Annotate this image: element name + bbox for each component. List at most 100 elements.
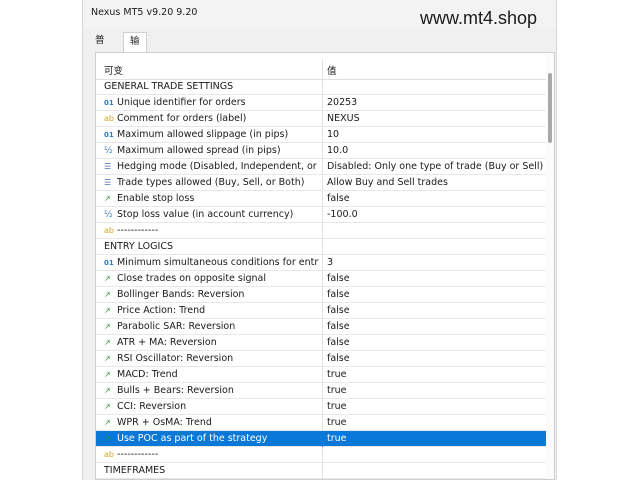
table-row[interactable]: 01 Unique identifier for orders 20253 [96, 95, 546, 111]
row-value[interactable]: false [327, 191, 545, 207]
table-row[interactable]: ☰ Trade types allowed (Buy, Sell, or Bot… [96, 175, 546, 191]
row-value[interactable]: false [327, 271, 545, 287]
table-row[interactable]: ↗ WPR + OsMA: Trend true [96, 415, 546, 431]
row-divider [322, 399, 323, 415]
table-row[interactable]: ↗ ATR + MA: Reversion false [96, 335, 546, 351]
double-type-icon: ½ [104, 210, 113, 220]
section-row[interactable]: GENERAL TRADE SETTINGS [96, 79, 546, 95]
row-value[interactable]: false [327, 303, 545, 319]
row-name: Bollinger Bands: Reversion [117, 289, 245, 300]
bool-type-icon: ↗ [104, 434, 111, 443]
enum-type-icon: ☰ [104, 162, 112, 171]
table-row[interactable]: ↗ Price Action: Trend false [96, 303, 546, 319]
table-row[interactable]: ☰ Hedging mode (Disabled, Independent, o… [96, 159, 546, 175]
table-row[interactable]: ↗ Bollinger Bands: Reversion false [96, 287, 546, 303]
table-row[interactable]: ab Comment for orders (label) NEXUS [96, 111, 546, 127]
row-name: Price Action: Trend [117, 305, 206, 316]
row-divider [322, 175, 323, 191]
row-value[interactable]: true [327, 431, 545, 447]
row-divider [322, 159, 323, 175]
table-body: GENERAL TRADE SETTINGS 01 Unique identif… [96, 79, 546, 479]
row-divider [322, 271, 323, 287]
row-name: TIMEFRAMES [104, 465, 166, 476]
row-divider [322, 319, 323, 335]
left-background [0, 0, 82, 480]
row-name: ------------ [117, 225, 159, 236]
column-header-variable[interactable]: 可变 [104, 63, 123, 77]
table-row[interactable]: ↗ MACD: Trend true [96, 367, 546, 383]
row-value[interactable]: false [327, 335, 545, 351]
table-row[interactable]: ↗ Close trades on opposite signal false [96, 271, 546, 287]
row-value[interactable]: false [327, 287, 545, 303]
string-type-icon: ab [104, 450, 114, 459]
row-value[interactable]: NEXUS [327, 111, 545, 127]
table-row[interactable]: ab ------------ [96, 447, 546, 463]
row-divider [322, 111, 323, 127]
section-row[interactable]: ENTRY LOGICS [96, 239, 546, 255]
row-value[interactable]: 10 [327, 127, 545, 143]
row-name: WPR + OsMA: Trend [117, 417, 212, 428]
table-row-selected[interactable]: ↗ Use POC as part of the strategy true [96, 431, 546, 447]
bool-type-icon: ↗ [104, 274, 111, 283]
table-row[interactable]: ↗ Enable stop loss false [96, 191, 546, 207]
row-divider [322, 431, 323, 447]
row-name: CCI: Reversion [117, 401, 187, 412]
row-value[interactable]: Disabled: Only one type of trade (Buy or… [327, 159, 545, 175]
bool-type-icon: ↗ [104, 338, 111, 347]
table-row[interactable]: ↗ CCI: Reversion true [96, 399, 546, 415]
tab-common[interactable]: 普通 [89, 32, 111, 64]
row-value[interactable]: false [327, 351, 545, 367]
scrollbar-thumb[interactable] [548, 73, 552, 143]
window-title: Nexus MT5 v9.20 9.20 [91, 7, 198, 18]
tab-inputs[interactable]: 输入 [123, 32, 147, 65]
inputs-dialog: Nexus MT5 v9.20 9.20 普通 输入 可变 值 GENERAL … [82, 0, 557, 480]
row-value[interactable]: true [327, 415, 545, 431]
row-name: MACD: Trend [117, 369, 178, 380]
table-row[interactable]: ½ Maximum allowed spread (in pips) 10.0 [96, 143, 546, 159]
row-name: Parabolic SAR: Reversion [117, 321, 236, 332]
inputs-table: 可变 值 GENERAL TRADE SETTINGS 01 Unique id… [95, 52, 555, 480]
column-divider[interactable] [322, 59, 323, 79]
section-row[interactable]: TIMEFRAMES [96, 463, 546, 479]
row-divider [322, 95, 323, 111]
right-background [557, 0, 640, 480]
integer-type-icon: 01 [104, 131, 114, 139]
row-value[interactable]: true [327, 383, 545, 399]
integer-type-icon: 01 [104, 259, 114, 267]
table-row[interactable]: ↗ Parabolic SAR: Reversion false [96, 319, 546, 335]
table-row[interactable]: 01 Minimum simultaneous conditions for e… [96, 255, 546, 271]
string-type-icon: ab [104, 114, 114, 123]
vertical-scrollbar[interactable] [546, 53, 554, 479]
bool-type-icon: ↗ [104, 322, 111, 331]
row-value[interactable]: -100.0 [327, 207, 545, 223]
bool-type-icon: ↗ [104, 402, 111, 411]
table-row[interactable]: ↗ RSI Oscillator: Reversion false [96, 351, 546, 367]
row-divider [322, 367, 323, 383]
row-divider [322, 303, 323, 319]
string-type-icon: ab [104, 226, 114, 235]
row-divider [322, 207, 323, 223]
table-row[interactable]: ab ------------ [96, 223, 546, 239]
table-row[interactable]: ↗ Bulls + Bears: Reversion true [96, 383, 546, 399]
row-divider [322, 223, 323, 239]
row-value[interactable]: Allow Buy and Sell trades [327, 175, 545, 191]
row-divider [322, 415, 323, 431]
row-value[interactable]: true [327, 367, 545, 383]
row-value[interactable]: 10.0 [327, 143, 545, 159]
row-value[interactable]: true [327, 399, 545, 415]
row-name: ------------ [117, 449, 159, 460]
row-divider [322, 143, 323, 159]
row-value[interactable]: 20253 [327, 95, 545, 111]
column-header-value[interactable]: 值 [327, 63, 337, 77]
bool-type-icon: ↗ [104, 290, 111, 299]
enum-type-icon: ☰ [104, 178, 112, 187]
row-divider [322, 447, 323, 463]
row-name: Trade types allowed (Buy, Sell, or Both) [117, 177, 305, 188]
row-name: GENERAL TRADE SETTINGS [104, 81, 234, 92]
table-row[interactable]: 01 Maximum allowed slippage (in pips) 10 [96, 127, 546, 143]
row-value[interactable]: 3 [327, 255, 545, 271]
row-name: RSI Oscillator: Reversion [117, 353, 234, 364]
row-divider [322, 383, 323, 399]
row-value[interactable]: false [327, 319, 545, 335]
table-row[interactable]: ½ Stop loss value (in account currency) … [96, 207, 546, 223]
